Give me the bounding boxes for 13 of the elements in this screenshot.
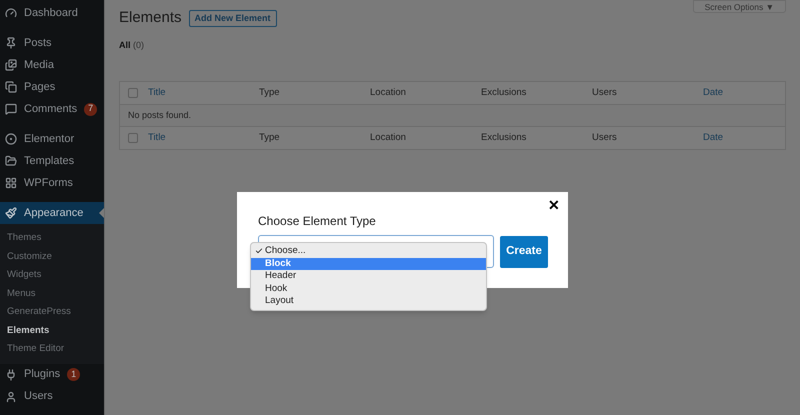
column-header: Location	[370, 86, 407, 100]
column-header: Users	[592, 86, 618, 100]
page-title: Elements	[119, 8, 182, 28]
column-header: Location	[370, 130, 407, 145]
column-header: Type	[259, 130, 281, 145]
column-header: Users	[592, 130, 618, 145]
column-header: Exclusions	[481, 86, 528, 100]
column-header: Exclusions	[481, 130, 528, 145]
count-badge: 7	[84, 102, 98, 116]
empty-message: No posts found.	[128, 108, 192, 122]
column-header: Type	[259, 86, 281, 100]
modal-title: Choose Element Type	[258, 213, 376, 230]
count-badge: 1	[67, 368, 80, 381]
